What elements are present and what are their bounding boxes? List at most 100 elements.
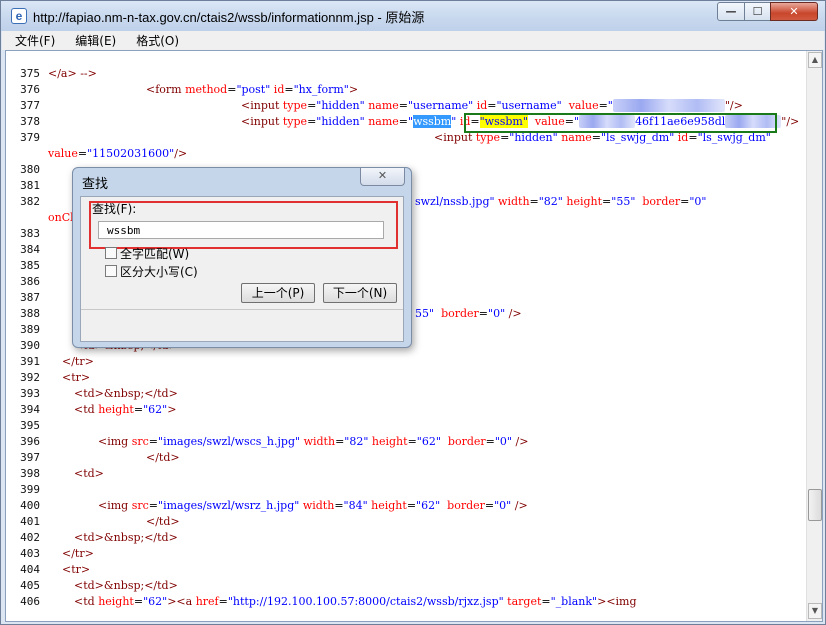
value: "hidden" <box>316 99 365 112</box>
tag: /> <box>515 435 529 448</box>
value: "post" <box>236 83 271 96</box>
value: "0" <box>494 499 512 512</box>
attr: border <box>642 195 681 208</box>
value: swzl/nssb.jpg" <box>415 195 495 208</box>
line-number: 383 <box>20 227 40 240</box>
dialog-close-button[interactable]: ✕ <box>360 168 405 186</box>
code-line: <td height="62"><a href="http://192.100.… <box>74 595 637 608</box>
line-number: 403 <box>20 547 40 560</box>
line-number: 394 <box>20 403 40 416</box>
line-number: 375 <box>20 67 40 80</box>
tag: > <box>167 403 177 416</box>
line-number: 376 <box>20 83 40 96</box>
scroll-down-icon[interactable]: ▼ <box>808 603 822 619</box>
tag: <img <box>98 499 129 512</box>
code-line: <input type="hidden" name="username" id=… <box>241 99 743 112</box>
line-number: 405 <box>20 579 40 592</box>
ie-icon: e <box>11 8 27 24</box>
value: "62" <box>416 499 441 512</box>
line-number: 400 <box>20 499 40 512</box>
value: "62" <box>416 435 441 448</box>
code-line: onCl <box>48 211 74 224</box>
tag: ><a <box>167 595 193 608</box>
dialog-title: 查找 <box>82 177 109 192</box>
code-line: </tr> <box>62 355 94 368</box>
redacted-value: 0000000000000000 <box>612 99 725 112</box>
line-number: 386 <box>20 275 40 288</box>
find-previous-button[interactable]: 上一个(P) <box>241 283 315 303</box>
tag: /> <box>174 147 188 160</box>
value: "0" <box>494 435 512 448</box>
line-number: 385 <box>20 259 40 272</box>
tag: /> <box>514 499 528 512</box>
menu-format[interactable]: 格式(O) <box>123 32 186 49</box>
line-number: 397 <box>20 451 40 464</box>
attr: href <box>195 595 219 608</box>
menu-file[interactable]: 文件(F) <box>2 32 62 49</box>
line-number: 388 <box>20 307 40 320</box>
attr: id <box>273 83 285 96</box>
title-bar[interactable]: e http://fapiao.nm-n-tax.gov.cn/ctais2/w… <box>1 1 825 31</box>
attr: width <box>498 195 530 208</box>
vertical-scrollbar[interactable]: ▲ ▼ <box>806 51 822 621</box>
value: "username" <box>408 99 474 112</box>
value: "images/swzl/wsrz_h.jpg" <box>158 499 300 512</box>
line-number: 399 <box>20 483 40 496</box>
scroll-up-icon[interactable]: ▲ <box>808 52 822 68</box>
code-line: </td> <box>146 451 180 464</box>
line-number: 377 <box>20 99 40 112</box>
code-line: <td> <box>74 467 104 480</box>
scroll-thumb[interactable] <box>808 489 822 521</box>
attr: height <box>371 435 408 448</box>
tag: "/> <box>781 115 800 128</box>
attr: src <box>131 435 149 448</box>
tag: <img <box>98 435 129 448</box>
value: "hidden" <box>316 115 365 128</box>
close-button[interactable]: ✕ <box>770 2 818 21</box>
attr: method <box>185 83 228 96</box>
value: "_blank" <box>550 595 598 608</box>
window-title: http://fapiao.nm-n-tax.gov.cn/ctais2/wss… <box>33 9 425 25</box>
code-line: <form method="post" id="hx_form"> <box>146 83 359 96</box>
value: "55" <box>611 195 636 208</box>
line-number: 381 <box>20 179 40 192</box>
code-line: </tr> <box>62 547 94 560</box>
line-number: 395 <box>20 419 40 432</box>
code-line: 55" border="0" /> <box>415 307 522 320</box>
code-line: <td>&nbsp;</td> <box>74 579 178 592</box>
line-number: 391 <box>20 355 40 368</box>
find-next-button[interactable]: 下一个(N) <box>323 283 397 303</box>
match-case-checkbox[interactable] <box>105 265 117 277</box>
annotation-green-box <box>464 113 777 133</box>
dialog-body: 查找(F): wssbm 全字匹配(W) 区分大小写(C) 上一个(P) 下一个… <box>80 196 404 342</box>
line-number: 380 <box>20 163 40 176</box>
attr: height <box>98 595 134 608</box>
line-number: 378 <box>20 115 40 128</box>
whole-word-checkbox[interactable] <box>105 247 117 259</box>
attr: type <box>282 115 308 128</box>
code-line: <img src="images/swzl/wsrz_h.jpg" width=… <box>98 499 528 512</box>
tag: <td <box>74 595 95 608</box>
code-line: <input type="hidden" name="ls_swjg_dm" i… <box>434 131 771 144</box>
tag: "/> <box>724 99 743 112</box>
attr: id <box>476 99 488 112</box>
code-line: <tr> <box>62 371 91 384</box>
line-number: 398 <box>20 467 40 480</box>
tag: <input <box>241 115 280 128</box>
value: 55" <box>415 307 435 320</box>
attr: height <box>371 499 407 512</box>
line-number: 389 <box>20 323 40 336</box>
whole-word-label: 全字匹配(W) <box>120 247 190 261</box>
line-number: 406 <box>20 595 40 608</box>
annotation-red-box <box>89 201 398 249</box>
tag: <form <box>146 83 182 96</box>
attr: height <box>98 403 134 416</box>
line-number: 401 <box>20 515 40 528</box>
line-number: 379 <box>20 131 40 144</box>
value: "82" <box>538 195 563 208</box>
minimize-button[interactable]: — <box>717 2 745 21</box>
attr: name <box>368 99 399 112</box>
maximize-button[interactable]: ☐ <box>744 2 771 21</box>
menu-edit[interactable]: 编辑(E) <box>62 32 123 49</box>
value: "82" <box>344 435 369 448</box>
